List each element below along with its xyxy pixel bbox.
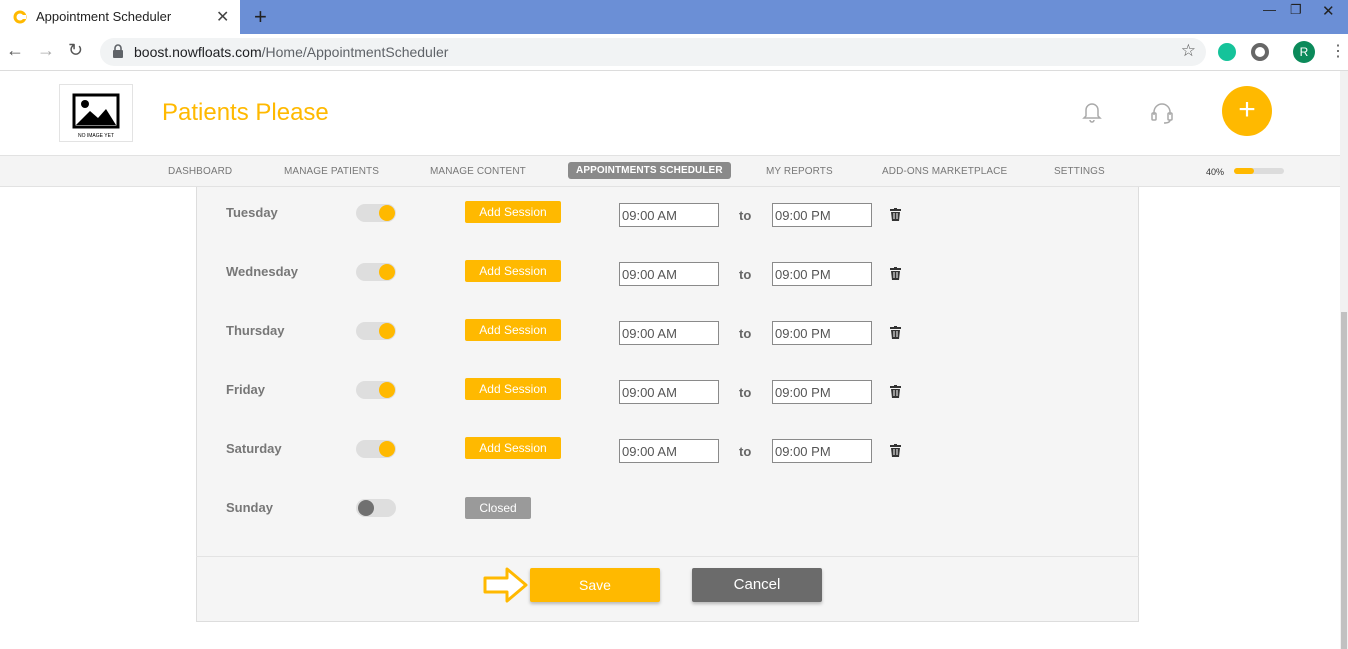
toggle-knob [379,205,395,221]
day-label: Saturday [226,441,282,456]
day-toggle[interactable] [356,440,396,458]
logo-caption: NO IMAGE YET [78,133,114,139]
day-toggle[interactable] [356,381,396,399]
grammarly-extension-icon[interactable] [1218,43,1236,61]
nav-manage-patients[interactable]: MANAGE PATIENTS [284,166,379,177]
restore-icon[interactable]: ❐ [1290,2,1302,18]
toggle-knob [379,382,395,398]
browser-titlebar: Appointment Scheduler ✕ + — ❐ ✕ [0,0,1348,34]
day-row-friday: Friday Add Session to [196,378,1139,418]
nav-appointments-scheduler[interactable]: APPOINTMENTS SCHEDULER [568,162,731,179]
toggle-knob [379,323,395,339]
day-toggle[interactable] [356,204,396,222]
nav-dashboard[interactable]: DASHBOARD [168,166,232,177]
business-logo[interactable]: NO IMAGE YET [59,84,133,142]
arrow-right-icon [483,567,528,603]
nav-manage-content[interactable]: MANAGE CONTENT [430,166,526,177]
address-bar[interactable]: boost.nowfloats.com/Home/AppointmentSche… [100,38,1206,66]
end-time-input[interactable] [772,321,872,345]
new-tab-icon[interactable]: + [254,4,267,30]
browser-toolbar: ← → ↻ boost.nowfloats.com/Home/Appointme… [0,34,1348,71]
day-label: Thursday [226,323,285,338]
business-name: Patients Please [162,99,329,126]
add-fab-button[interactable]: + [1222,86,1272,136]
closed-badge: Closed [465,497,531,519]
end-time-input[interactable] [772,380,872,404]
day-row-thursday: Thursday Add Session to [196,319,1139,359]
app-header: NO IMAGE YET Patients Please + [0,71,1340,155]
forward-icon[interactable]: → [37,40,55,61]
scrollbar-thumb[interactable] [1341,312,1347,649]
to-label: to [739,444,752,459]
bell-icon[interactable] [1082,101,1102,123]
bookmark-star-icon[interactable]: ☆ [1181,41,1196,61]
panel-divider [196,556,1139,557]
profile-completion-fill [1234,168,1254,174]
url-text: boost.nowfloats.com/Home/AppointmentSche… [134,44,449,60]
day-label: Sunday [226,500,273,515]
start-time-input[interactable] [619,203,719,227]
extension-icon[interactable] [1251,43,1269,61]
headset-icon[interactable] [1150,101,1174,125]
trash-icon[interactable] [890,444,901,457]
window-close-icon[interactable]: ✕ [1322,2,1335,20]
trash-icon[interactable] [890,267,901,280]
day-row-sunday: Sunday Closed [196,496,1139,536]
profile-avatar[interactable]: R [1293,41,1315,63]
end-time-input[interactable] [772,439,872,463]
toggle-knob [379,264,395,280]
browser-menu-icon[interactable]: ⋮ [1330,41,1346,61]
add-session-button[interactable]: Add Session [465,201,561,223]
day-label: Wednesday [226,264,299,279]
minimize-icon[interactable]: — [1263,2,1276,17]
add-session-button[interactable]: Add Session [465,319,561,341]
day-row-wednesday: Wednesday Add Session to [196,260,1139,300]
add-session-button[interactable]: Add Session [465,260,561,282]
day-label: Tuesday [226,205,278,220]
start-time-input[interactable] [619,439,719,463]
day-toggle[interactable] [356,322,396,340]
to-label: to [739,385,752,400]
browser-tab[interactable]: Appointment Scheduler ✕ [0,0,240,34]
app-favicon-icon [13,10,27,24]
start-time-input[interactable] [619,262,719,286]
to-label: to [739,267,752,282]
profile-completion-label: 40% [1206,167,1225,177]
day-row-tuesday: Tuesday Add Session to [196,201,1139,241]
to-label: to [739,208,752,223]
tab-close-icon[interactable]: ✕ [216,7,229,27]
day-toggle[interactable] [356,263,396,281]
to-label: to [739,326,752,341]
trash-icon[interactable] [890,326,901,339]
start-time-input[interactable] [619,321,719,345]
end-time-input[interactable] [772,262,872,286]
day-label: Friday [226,382,266,397]
no-image-icon: NO IMAGE YET [72,93,120,139]
nav-settings[interactable]: SETTINGS [1054,166,1105,177]
save-button[interactable]: Save [530,568,660,602]
trash-icon[interactable] [890,385,901,398]
add-session-button[interactable]: Add Session [465,437,561,459]
nav-my-reports[interactable]: MY REPORTS [766,166,833,177]
lock-icon [113,44,123,58]
tab-title: Appointment Scheduler [36,9,172,24]
trash-icon[interactable] [890,208,901,221]
main-nav: DASHBOARD MANAGE PATIENTS MANAGE CONTENT… [0,155,1340,187]
reload-icon[interactable]: ↻ [68,40,83,61]
day-row-saturday: Saturday Add Session to [196,437,1139,477]
cancel-button[interactable]: Cancel [692,568,822,602]
nav-add-ons-marketplace[interactable]: ADD-ONS MARKETPLACE [882,166,1007,177]
back-icon[interactable]: ← [6,40,24,61]
day-toggle[interactable] [356,499,396,517]
start-time-input[interactable] [619,380,719,404]
toggle-knob [358,500,374,516]
add-session-button[interactable]: Add Session [465,378,561,400]
profile-completion-bar [1234,168,1284,174]
toggle-knob [379,441,395,457]
end-time-input[interactable] [772,203,872,227]
